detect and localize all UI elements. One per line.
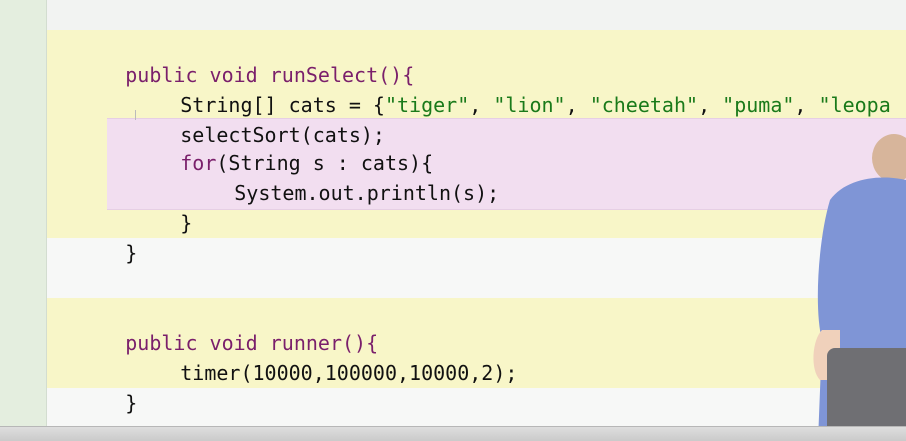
closing-brace: }	[125, 241, 138, 265]
string-literal: "tiger"	[384, 93, 470, 117]
code-token: ,	[698, 93, 723, 117]
editor-top-strip	[47, 0, 906, 30]
code-token: System.out.println(s);	[234, 181, 500, 205]
code-line-7: }	[53, 208, 137, 298]
code-token: ,	[565, 93, 590, 117]
closing-brace: }	[125, 391, 138, 415]
code-editor[interactable]: public void runSelect(){ String[] cats =…	[47, 0, 906, 426]
closing-brace: }	[180, 211, 193, 235]
code-token: ,	[794, 93, 819, 117]
code-line-5: System.out.println(s);	[162, 148, 499, 238]
screen: public void runSelect(){ String[] cats =…	[0, 0, 906, 441]
string-literal: "cheetah"	[589, 93, 699, 117]
editor-gutter	[0, 0, 47, 426]
string-literal: "leopa	[818, 93, 891, 117]
code-line-9: timer(10000,100000,10000,2);	[108, 328, 517, 418]
code-token: ,	[469, 93, 494, 117]
bottom-scroll-bar[interactable]	[0, 426, 906, 441]
code-token: timer(10000,100000,10000,2);	[180, 361, 518, 385]
string-literal: "lion"	[493, 93, 566, 117]
string-literal: "puma"	[722, 93, 795, 117]
